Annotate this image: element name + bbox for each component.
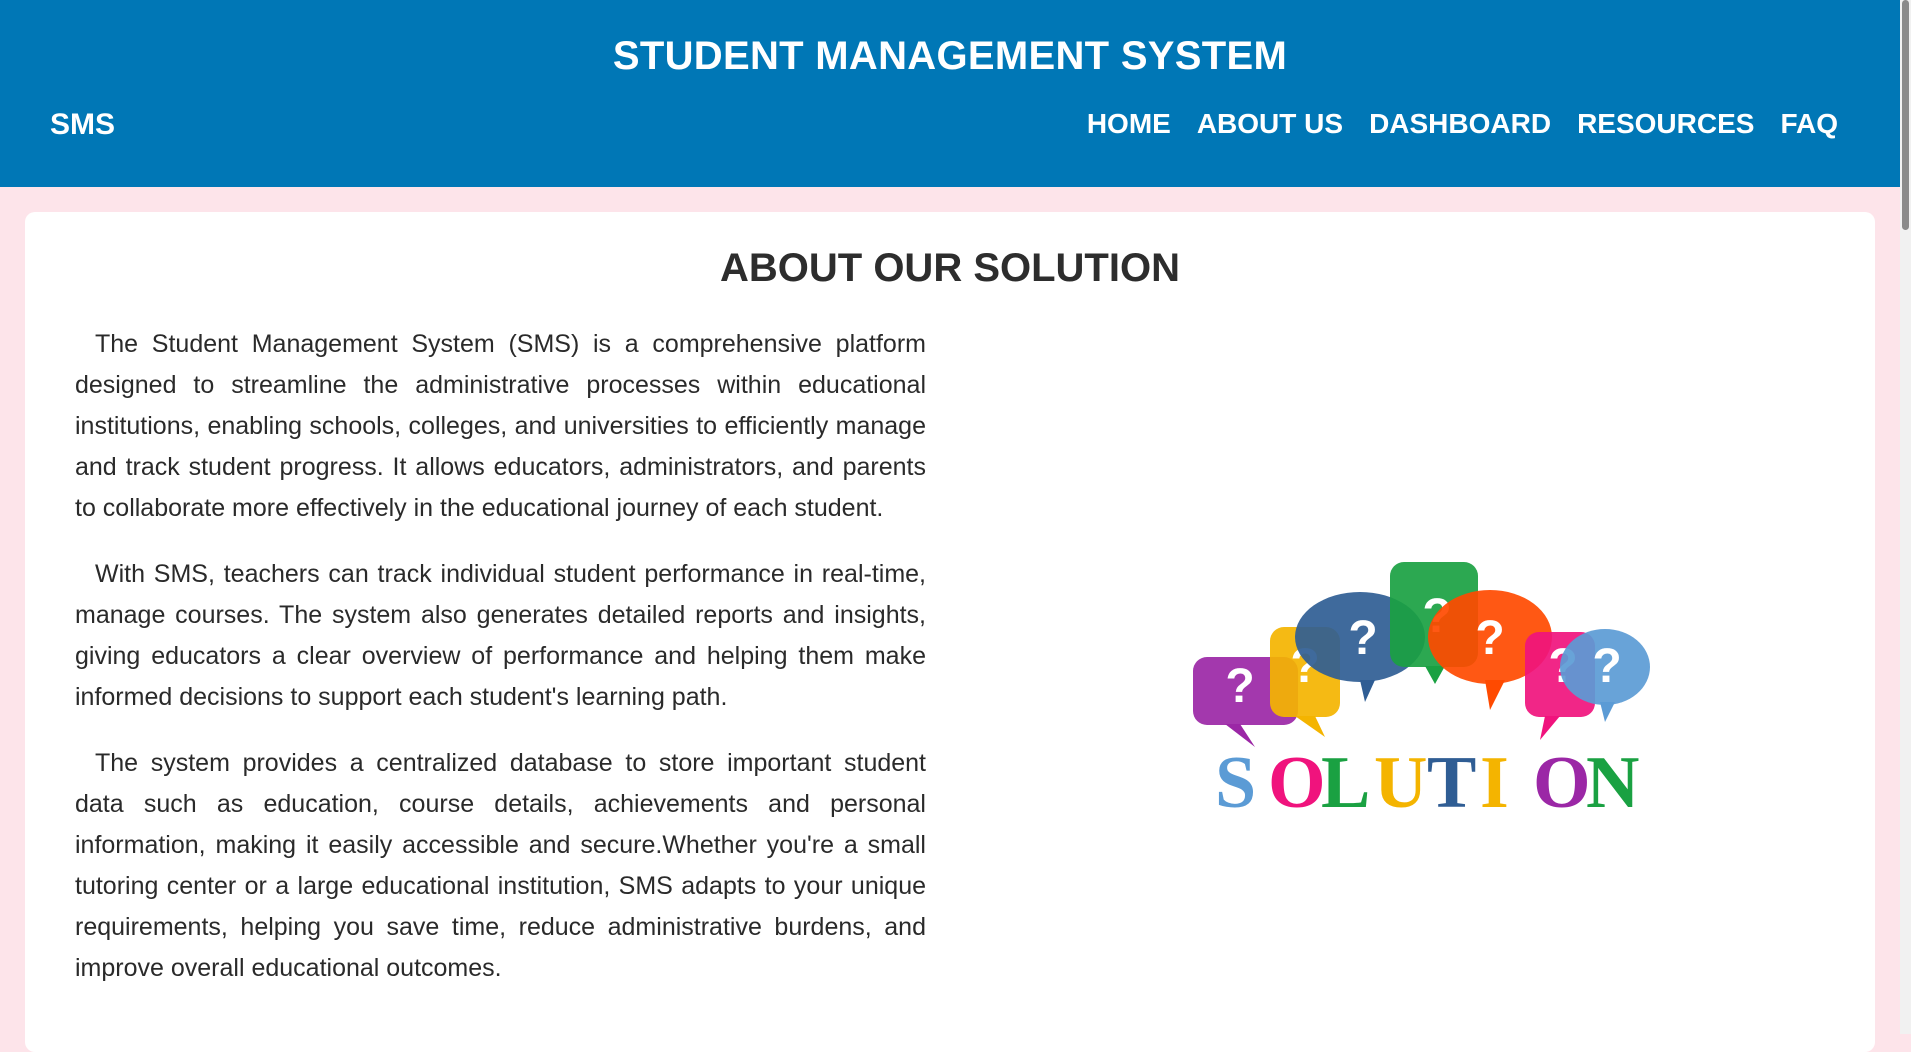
section-title: ABOUT OUR SOLUTION	[720, 246, 1180, 290]
solution-letter: I	[1480, 742, 1509, 812]
solution-letter: U	[1374, 742, 1427, 812]
question-mark-icon: ?	[1475, 612, 1504, 665]
paragraph-database: The system provides a centralized databa…	[75, 749, 926, 982]
solution-letter: T	[1427, 742, 1476, 812]
solution-letter: S	[1215, 742, 1256, 812]
paragraph-features: With SMS, teachers can track individual …	[75, 560, 926, 711]
solution-letter: N	[1586, 742, 1639, 812]
nav-resources[interactable]: RESOURCES	[1577, 108, 1754, 140]
brand-logo-text[interactable]: SMS	[50, 108, 115, 142]
speech-bubble-tail	[1540, 716, 1560, 740]
about-text: The Student Management System (SMS) is a…	[75, 324, 926, 1014]
solution-letter: O	[1533, 742, 1591, 812]
question-mark-icon: ?	[1348, 612, 1377, 665]
solution-letter: L	[1321, 742, 1370, 812]
page-scrollbar[interactable]	[1900, 0, 1911, 1034]
speech-bubble-tail	[1485, 680, 1505, 710]
nav-dashboard[interactable]: DASHBOARD	[1369, 108, 1551, 140]
speech-bubble-tail	[1425, 666, 1445, 684]
nav-faq[interactable]: FAQ	[1780, 108, 1838, 140]
question-mark-icon: ?	[1592, 640, 1621, 693]
nav-about-us[interactable]: ABOUT US	[1197, 108, 1343, 140]
solution-image: ??????? SOLUTION	[1185, 542, 1665, 824]
paragraph-intro: The Student Management System (SMS) is a…	[75, 330, 926, 522]
nav-home[interactable]: HOME	[1087, 108, 1171, 140]
question-mark-icon: ?	[1225, 660, 1254, 713]
solution-letter: O	[1268, 742, 1326, 812]
site-title: STUDENT MANAGEMENT SYSTEM	[612, 34, 1288, 78]
main-nav: HOME ABOUT US DASHBOARD RESOURCES FAQ	[1087, 108, 1838, 140]
scrollbar-thumb[interactable]	[1902, 0, 1909, 230]
speech-bubble-tail	[1295, 716, 1325, 737]
question-speech-bubbles-icon: ??????? SOLUTION	[1193, 562, 1650, 824]
site-header: STUDENT MANAGEMENT SYSTEM SMS HOME ABOUT…	[0, 0, 1900, 187]
speech-bubble-tail	[1600, 702, 1615, 722]
speech-bubble-tail	[1360, 680, 1375, 702]
about-card: ABOUT OUR SOLUTION The Student Managemen…	[25, 212, 1875, 1052]
